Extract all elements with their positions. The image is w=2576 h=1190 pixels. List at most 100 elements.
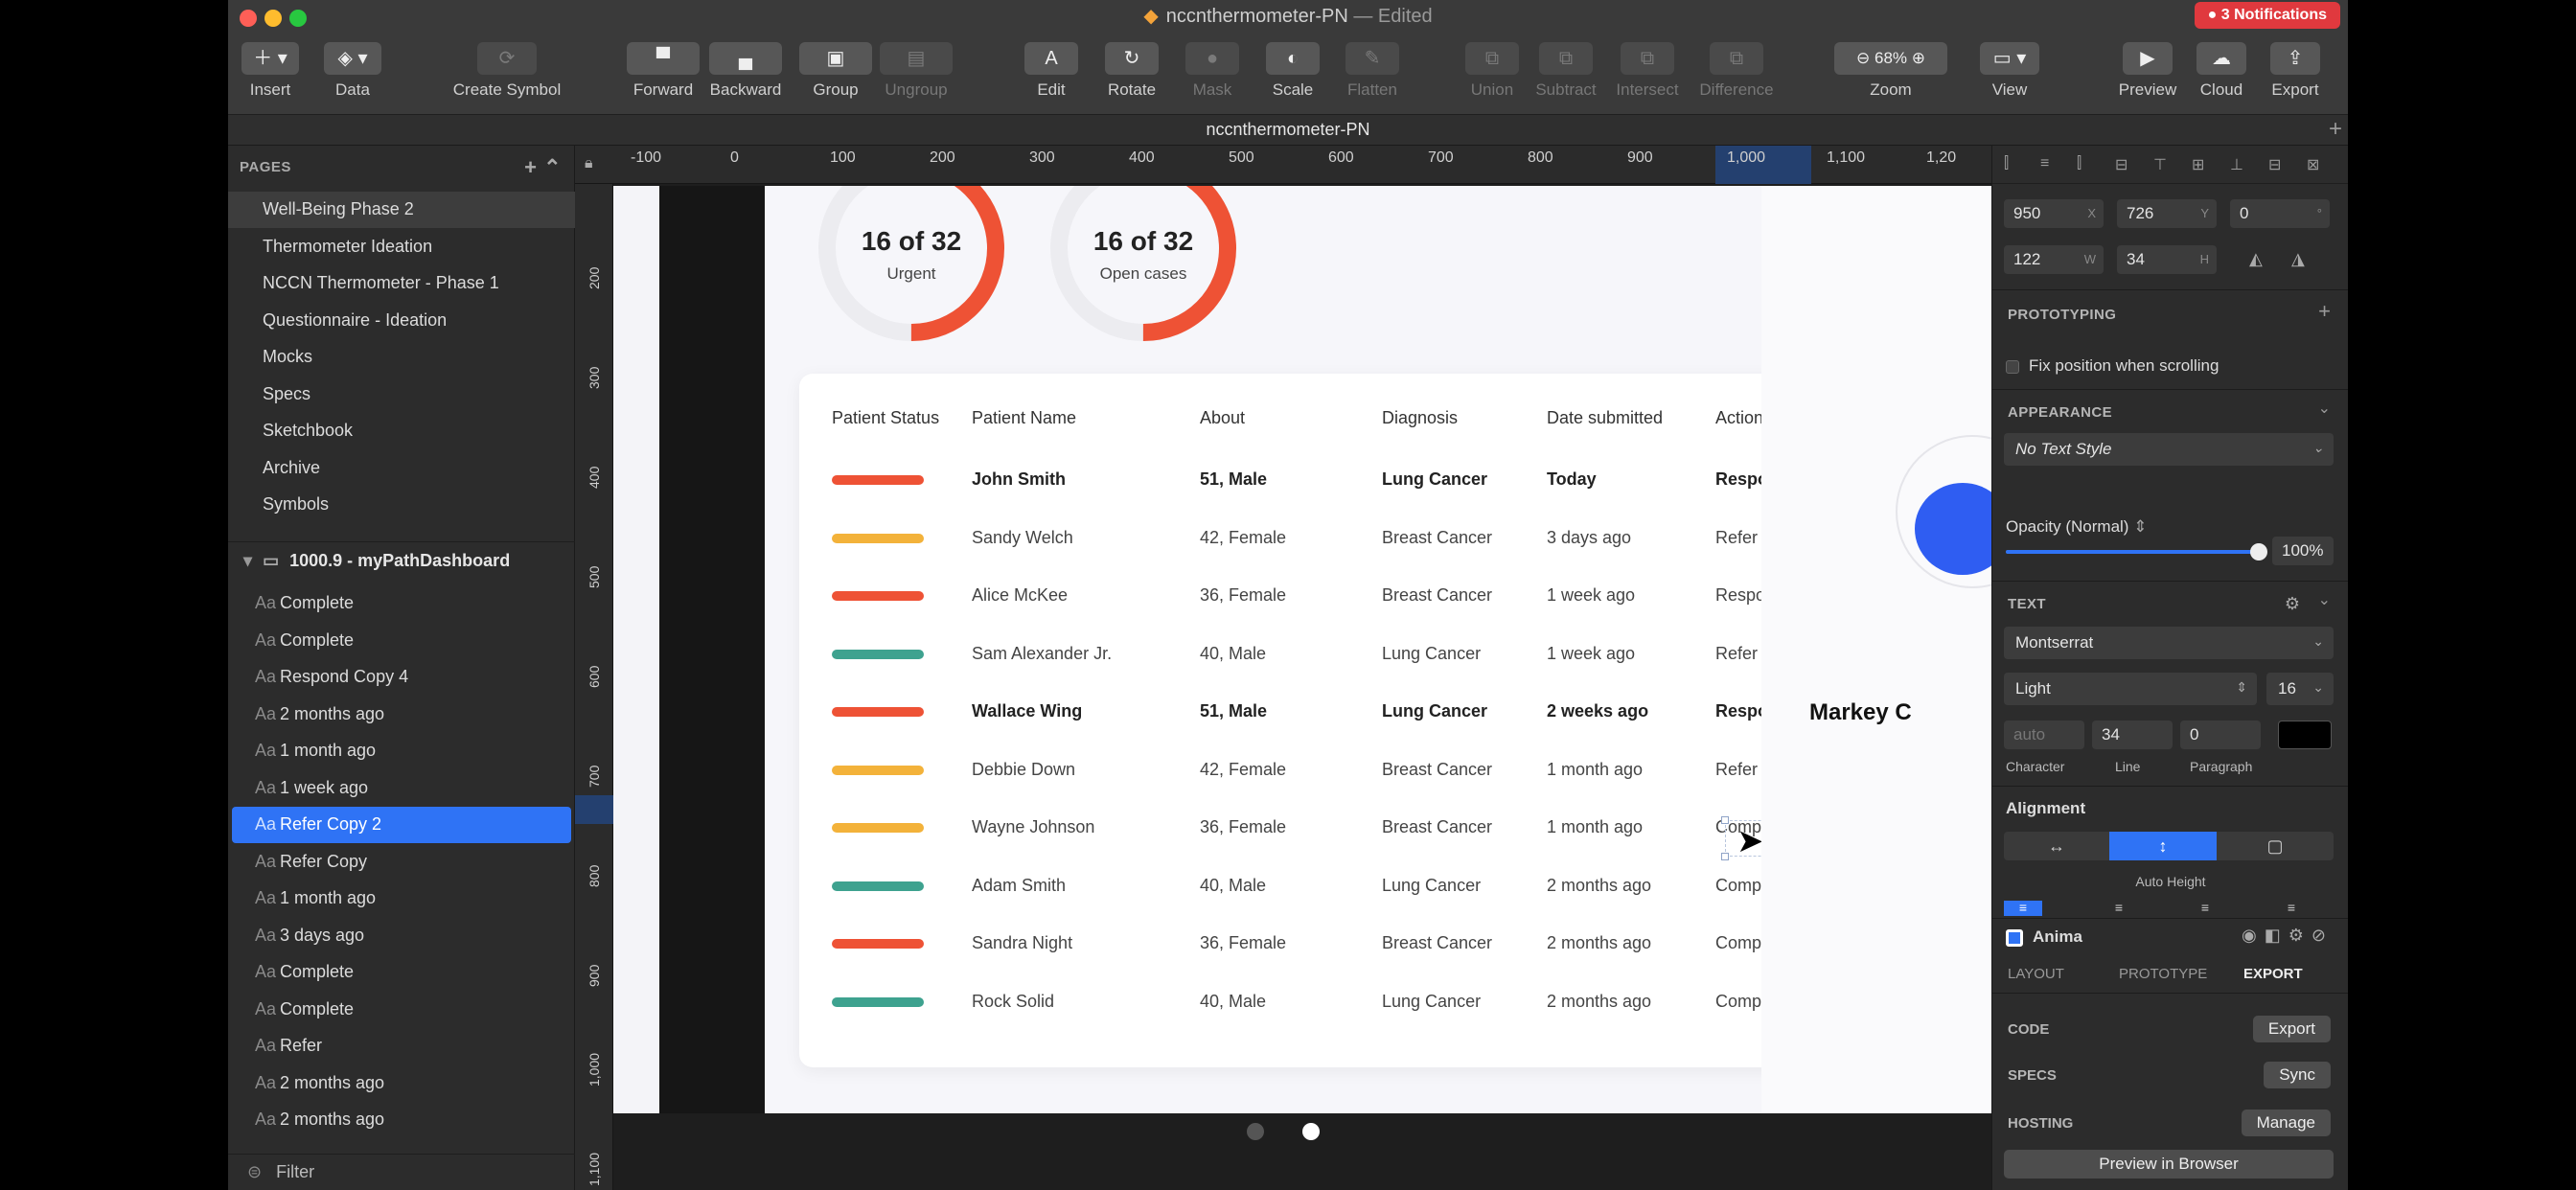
character-spacing-field[interactable]: auto [2004, 721, 2084, 749]
ungroup-tool[interactable]: ▤ Ungroup [878, 42, 954, 103]
layer-item[interactable]: Aa Complete [232, 623, 571, 659]
distribute-horizontal-icon[interactable]: ⊟ [2115, 155, 2136, 174]
text-chevron-icon[interactable]: ⌄ [2318, 590, 2331, 609]
dashboard-artboard[interactable]: 16 of 32 Urgent 16 of 32 Open cases Pati… [765, 186, 1761, 1113]
zoom-in-icon[interactable]: ⊕ [1912, 49, 1925, 67]
hosting-manage-button[interactable]: Manage [2241, 1110, 2331, 1136]
flip-vertical-icon[interactable]: ◮ [2291, 249, 2305, 269]
font-size-dropdown[interactable]: 16 ⌄ [2266, 673, 2334, 705]
layer-item[interactable]: Aa Complete [232, 992, 571, 1028]
anima-panel-icon[interactable]: ◧ [2265, 926, 2288, 945]
anima-tab-layout[interactable]: LAYOUT [2008, 966, 2064, 982]
flip-horizontal-icon[interactable]: ◭ [2249, 249, 2263, 269]
table-row[interactable]: Alice McKee 36, Female Breast Cancer 1 week… [799, 568, 1761, 626]
zoom-control[interactable]: ⊖ 68% ⊕ Zoom [1832, 42, 1949, 103]
table-row[interactable]: Wayne Johnson 36, Female Breast Cancer 1 mo… [799, 800, 1761, 858]
horizontal-ruler[interactable]: -100 0 100 200 300 400 500 600 700 800 900 1,000 1,1… [575, 146, 1991, 184]
profile-artboard[interactable]: Markey C [1761, 186, 1991, 1113]
zoom-stepper[interactable]: ⊖ 68% ⊕ [1834, 42, 1947, 75]
anima-tab-export[interactable]: EXPORT [2243, 966, 2303, 982]
page-item[interactable]: Thermometer Ideation [228, 229, 575, 265]
rotation-field[interactable]: 0 ° [2230, 199, 2330, 228]
opacity-field[interactable]: 100% [2272, 537, 2334, 565]
table-row[interactable]: Debbie Down 42, Female Breast Cancer 1 mont… [799, 743, 1761, 800]
document-tab[interactable]: nccnthermometer-PN [1206, 120, 1369, 139]
text-color-swatch[interactable] [2278, 721, 2332, 749]
paragraph-spacing-field[interactable]: 0 [2180, 721, 2261, 749]
vertical-ruler[interactable]: 200 300 400 500 600 700 800 900 1,000 1,100 [575, 184, 613, 1190]
layer-item[interactable]: Aa Refer Copy [232, 844, 571, 881]
flatten-tool[interactable]: ✎ Flatten [1336, 42, 1409, 103]
code-export-button[interactable]: Export [2252, 1016, 2331, 1042]
ruler-lock-icon[interactable]: 🔒︎ [585, 155, 593, 172]
cell-action[interactable]: Complete [1715, 992, 1761, 1012]
table-row[interactable]: Sam Alexander Jr. 40, Male Lung Cancer 1 we… [799, 627, 1761, 684]
insert-tool[interactable]: ＋ ▾ Insert [236, 42, 305, 103]
resize-handle[interactable] [1721, 816, 1729, 824]
table-row[interactable]: John Smith 51, Male Lung Cancer Today Respon… [799, 452, 1761, 510]
layer-item[interactable]: Aa 3 days ago [232, 918, 571, 954]
intersect-tool[interactable]: ⧉ Intersect [1604, 42, 1690, 103]
auto-height-icon[interactable]: ↕ [2109, 832, 2217, 860]
layer-item[interactable]: Aa 2 months ago [232, 1065, 571, 1102]
view-tool[interactable]: ▭ ▾ View [1976, 42, 2043, 103]
page-item[interactable]: Sketchbook [228, 413, 575, 449]
align-right-icon[interactable]: ⫿ [2077, 155, 2098, 174]
layer-item[interactable]: Aa 1 week ago [232, 770, 571, 807]
disclosure-triangle-icon[interactable]: ▾ [243, 551, 252, 570]
opacity-slider[interactable] [2006, 543, 2267, 561]
font-family-dropdown[interactable]: Montserrat ⌄ [2004, 627, 2334, 659]
fixed-size-icon[interactable]: ▢ [2217, 832, 2334, 860]
layer-item[interactable]: Aa 2 months ago [232, 1102, 571, 1138]
subtract-tool[interactable]: ⧉ Subtract [1526, 42, 1606, 103]
justify-text-icon[interactable]: ≡ [2272, 901, 2311, 916]
union-tool[interactable]: ⧉ Union [1459, 42, 1526, 103]
cell-action[interactable]: Refer [1715, 644, 1758, 664]
align-right-text-icon[interactable]: ≡ [2186, 901, 2224, 916]
page-item[interactable]: Mocks [228, 339, 575, 376]
cell-action[interactable]: Refer [1715, 528, 1758, 548]
zoom-out-icon[interactable]: ⊖ [1856, 49, 1870, 67]
specs-sync-button[interactable]: Sync [2264, 1062, 2331, 1088]
layer-item[interactable]: Aa Refer Copy 2 [232, 807, 571, 843]
line-height-field[interactable]: 34 [2092, 721, 2173, 749]
edit-tool[interactable]: A Edit [1018, 42, 1085, 103]
preview-tool[interactable]: ▶ Preview [2114, 42, 2181, 103]
cell-action[interactable]: Complete [1715, 933, 1761, 953]
x-position-field[interactable]: 950 X [2004, 199, 2104, 228]
page-item[interactable]: Questionnaire - Ideation [228, 303, 575, 339]
notifications-badge[interactable]: ● 3 Notifications [2194, 2, 2340, 29]
add-prototype-plus-icon[interactable]: + [2318, 299, 2331, 324]
table-row[interactable]: Sandra Night 36, Female Breast Cancer 2 mon… [799, 916, 1761, 973]
table-row[interactable]: Sandy Welch 42, Female Breast Cancer 3 days… [799, 511, 1761, 568]
cell-action[interactable]: Respond [1715, 701, 1761, 721]
stepper-icon[interactable]: ⇕ [2133, 517, 2147, 536]
artboard-row[interactable]: ▾ ▭ 1000.9 - myPathDashboard [228, 541, 575, 580]
data-tool[interactable]: ◈ ▾ Data [318, 42, 387, 103]
layer-item[interactable]: Aa Complete [232, 585, 571, 622]
align-middle-icon[interactable]: ⊞ [2192, 155, 2213, 174]
page-item[interactable]: Specs [228, 377, 575, 413]
layer-item[interactable]: Aa Complete [232, 954, 571, 991]
layer-item[interactable]: Aa 1 month ago [232, 733, 571, 769]
pager-dot[interactable] [1247, 1123, 1264, 1140]
export-tool[interactable]: ⇪ Export [2264, 42, 2327, 103]
rotate-tool[interactable]: ↻ Rotate [1098, 42, 1165, 103]
preview-in-browser-button[interactable]: Preview in Browser [2004, 1150, 2334, 1179]
align-left-text-icon[interactable]: ≡ [2004, 901, 2042, 916]
anima-gear-icon[interactable]: ⚙ [2288, 926, 2312, 945]
tidy-icon[interactable]: ⊠ [2307, 155, 2328, 174]
cell-action[interactable]: Respond [1715, 469, 1761, 490]
appearance-chevron-icon[interactable]: ⌄ [2318, 399, 2331, 418]
pager-dot-active[interactable] [1302, 1123, 1320, 1140]
resize-handle[interactable] [1721, 853, 1729, 860]
cell-action[interactable]: Respond [1715, 585, 1761, 606]
backward-tool[interactable]: ▄ Backward [707, 42, 784, 103]
table-row[interactable]: Rock Solid 40, Male Lung Cancer 2 months ag… [799, 974, 1761, 1032]
fix-position-checkbox[interactable] [2006, 360, 2019, 374]
layer-item[interactable]: Aa 2 months ago [232, 697, 571, 733]
table-row[interactable]: Wallace Wing 51, Male Lung Cancer 2 weeks a… [799, 684, 1761, 742]
opacity-slider-knob[interactable] [2250, 543, 2267, 561]
layer-item[interactable]: Aa 1 month ago [232, 881, 571, 917]
align-center-text-icon[interactable]: ≡ [2100, 901, 2138, 916]
